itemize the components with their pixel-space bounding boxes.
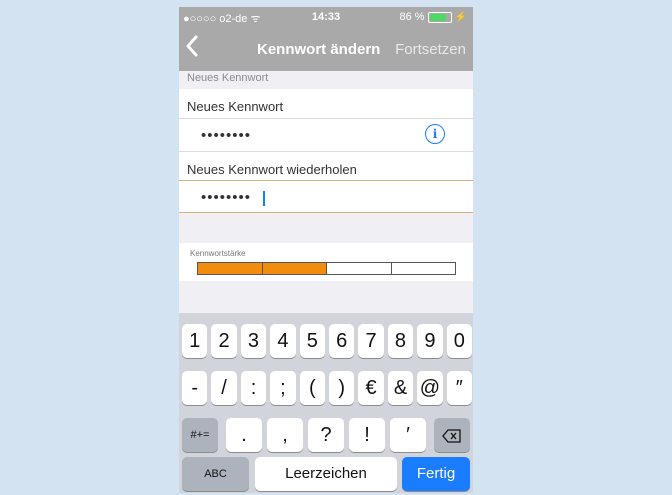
key-8[interactable]: 8 [387,324,414,358]
battery-indicator: 86 % ⚡ [399,11,467,23]
continue-button[interactable]: Fortsetzen [395,41,466,58]
key-symbol[interactable]: ( [299,371,325,405]
key-2[interactable]: 2 [211,324,237,358]
backspace-key[interactable] [434,418,470,452]
keyboard: 1 2 3 4 5 6 7 8 9 0 - /:;() € & @ ″ #+=.,?! ′ ABC Leerzeich… [179,313,473,493]
done-button[interactable]: Fertig [402,457,470,491]
key-punctuation[interactable]: . [226,418,262,452]
new-password-group: Neues Kennwort •••••••• i [179,89,473,151]
key-symbol[interactable]: ″ [446,371,472,405]
navigation-bar: Kennwort ändern Fortsetzen [179,27,473,71]
strength-label: Kennwortstärke [190,249,246,258]
status-bar: ●○○○○ o2-de ᯤ 14:33 86 % ⚡ [179,7,473,27]
battery-percent: 86 % [399,11,425,23]
key-punctuation[interactable]: ′ [390,418,426,452]
abc-key[interactable]: ABC [182,457,249,491]
strength-segment [198,263,263,274]
chevron-left-icon[interactable] [185,35,199,61]
backspace-icon [442,429,461,443]
repeat-password-group: Neues Kennwort wiederholen •••••••• [179,152,473,213]
key-6[interactable]: 6 [329,324,355,358]
repeat-password-field[interactable]: •••••••• [201,189,251,206]
key-0[interactable]: 0 [446,324,472,358]
text-cursor [263,191,265,206]
battery-icon [427,11,452,23]
key-symbol[interactable]: / [211,371,237,405]
key-symbol[interactable]: - [182,371,208,405]
key-5[interactable]: 5 [299,324,325,358]
strength-segment [327,263,392,274]
strength-segment [391,263,455,274]
symbols-toggle-key[interactable]: #+= [182,418,218,452]
key-symbol[interactable]: : [240,371,267,405]
info-icon[interactable]: i [425,124,445,144]
phone-screen: ●○○○○ o2-de ᯤ 14:33 86 % ⚡ Kennwort ände… [179,7,473,493]
page-title: Kennwort ändern [257,41,381,58]
charging-icon: ⚡ [454,11,467,23]
key-symbol[interactable]: ) [329,371,355,405]
strength-segment [262,263,327,274]
key-symbol[interactable]: & [387,371,414,405]
new-password-field[interactable]: •••••••• [201,127,251,144]
section-header: Neues Kennwort [187,72,269,84]
key-punctuation[interactable]: , [267,418,303,452]
key-symbol[interactable]: € [358,371,384,405]
new-password-label: Neues Kennwort [187,99,284,114]
key-punctuation[interactable]: ? [308,418,344,452]
strength-meter [197,262,456,275]
key-7[interactable]: 7 [358,324,384,358]
space-key[interactable]: Leerzeichen [255,457,397,491]
key-symbol[interactable]: ; [270,371,296,405]
key-1[interactable]: 1 [182,324,208,358]
key-4[interactable]: 4 [270,324,296,358]
key-symbol[interactable]: @ [417,371,443,405]
key-3[interactable]: 3 [240,324,267,358]
password-strength: Kennwortstärke [179,243,473,281]
repeat-password-label: Neues Kennwort wiederholen [187,162,357,177]
key-punctuation[interactable]: ! [349,418,385,452]
key-9[interactable]: 9 [417,324,443,358]
